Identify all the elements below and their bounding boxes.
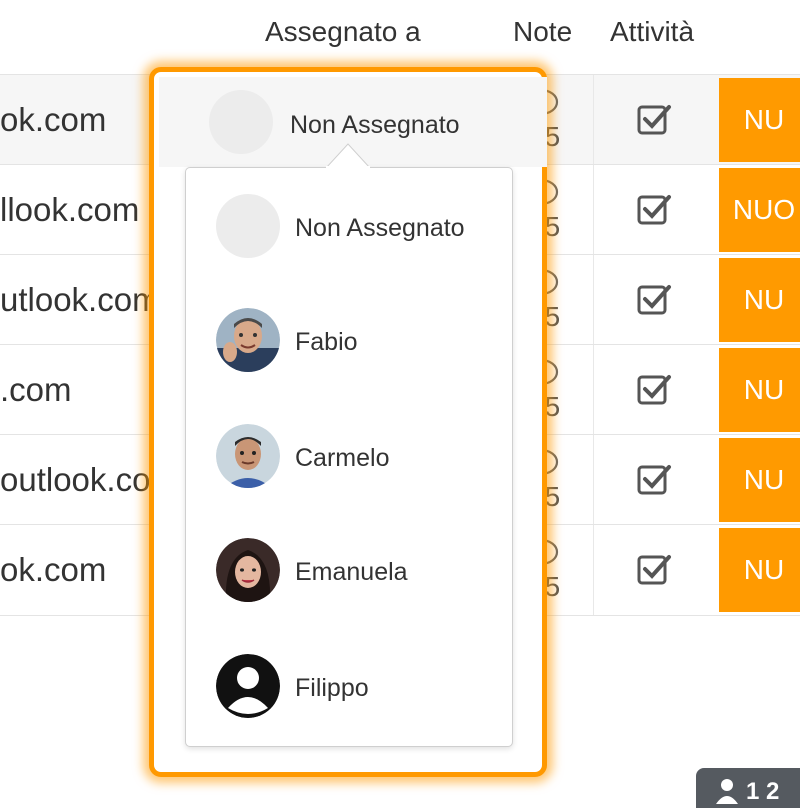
status-badge[interactable]: NU xyxy=(719,438,800,522)
table-header: Assegnato a Note Attività xyxy=(0,0,800,74)
online-users-count: 1 2 xyxy=(746,778,780,805)
checkbox-checked-icon xyxy=(637,195,671,225)
email-cell: llook.com xyxy=(0,191,140,228)
email-cell: ok.com xyxy=(0,551,107,588)
column-divider xyxy=(593,75,594,165)
status-badge[interactable]: NU xyxy=(719,78,800,162)
default-user-avatar-icon xyxy=(216,654,280,718)
column-header-notes[interactable]: Note xyxy=(513,16,572,48)
online-users-badge[interactable]: 1 2 xyxy=(696,768,800,808)
status-badge[interactable]: NU xyxy=(719,348,800,432)
assignee-option-filippo[interactable]: Filippo xyxy=(216,654,506,724)
activity-cell[interactable] xyxy=(636,551,672,587)
activity-cell[interactable] xyxy=(636,461,672,497)
checkbox-checked-icon xyxy=(637,285,671,315)
column-divider xyxy=(593,345,594,435)
empty-avatar xyxy=(209,90,273,154)
activity-cell[interactable] xyxy=(636,191,672,227)
empty-avatar xyxy=(216,194,280,258)
assignee-option-label: Fabio xyxy=(295,328,358,356)
assignee-option-unassigned[interactable]: Non Assegnato xyxy=(216,194,506,264)
column-divider xyxy=(593,435,594,525)
email-cell: utlook.com xyxy=(0,281,160,318)
status-badge[interactable]: NU xyxy=(719,528,800,612)
assignee-option-carmelo[interactable]: Carmelo xyxy=(216,424,506,494)
checkbox-checked-icon xyxy=(637,465,671,495)
assignee-option-fabio[interactable]: Fabio xyxy=(216,308,506,378)
checkbox-checked-icon xyxy=(637,105,671,135)
status-badge[interactable]: NU xyxy=(719,258,800,342)
checkbox-checked-icon xyxy=(637,375,671,405)
assignee-selected-label: Non Assegnato xyxy=(290,111,460,139)
activity-cell[interactable] xyxy=(636,371,672,407)
email-cell: .com xyxy=(0,371,72,408)
column-header-assigned[interactable]: Assegnato a xyxy=(265,16,421,48)
user-photo-avatar xyxy=(216,308,280,372)
column-divider xyxy=(593,255,594,345)
activity-cell[interactable] xyxy=(636,281,672,317)
assignee-option-label: Emanuela xyxy=(295,558,408,586)
assignee-dropdown-menu: Non Assegnato Fabio Carmelo Emanuela Fil… xyxy=(185,167,513,747)
email-cell: ok.com xyxy=(0,101,107,138)
user-photo-avatar xyxy=(216,424,280,488)
status-badge[interactable]: NUO xyxy=(719,168,800,252)
column-header-activity[interactable]: Attività xyxy=(610,16,694,48)
assignee-option-emanuela[interactable]: Emanuela xyxy=(216,538,506,608)
column-divider xyxy=(593,165,594,255)
assignee-option-label: Filippo xyxy=(295,674,369,702)
activity-cell[interactable] xyxy=(636,101,672,137)
dropdown-caret-icon xyxy=(326,143,370,168)
checkbox-checked-icon xyxy=(637,555,671,585)
assignee-option-label: Non Assegnato xyxy=(295,214,465,242)
column-divider xyxy=(593,525,594,615)
assignee-option-label: Carmelo xyxy=(295,444,390,472)
user-photo-avatar xyxy=(216,538,280,602)
user-icon xyxy=(716,779,738,804)
